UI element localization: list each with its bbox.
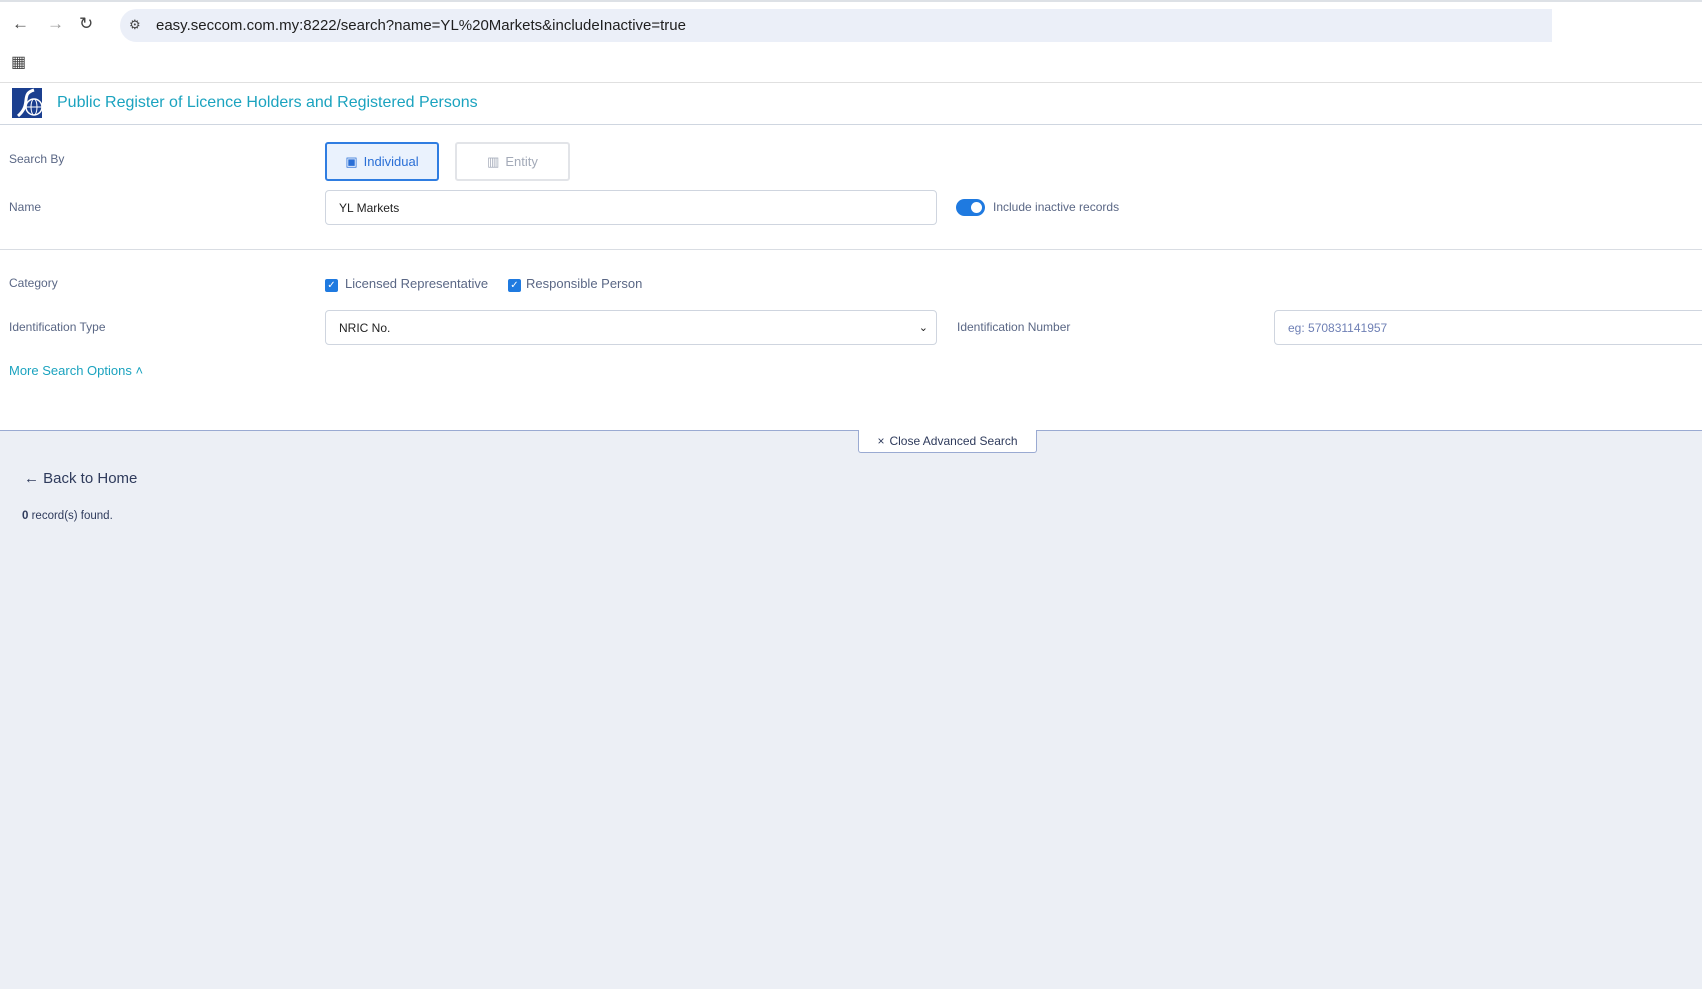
url-text[interactable]: easy.seccom.com.my:8222/search?name=YL%2… [156, 17, 686, 34]
results-area [0, 430, 1702, 989]
logo-icon [12, 88, 42, 118]
building-icon: ▥ [487, 153, 500, 169]
tab-strip-edge [0, 0, 1702, 2]
header-divider [0, 124, 1702, 125]
record-count-suffix: record(s) found. [28, 510, 113, 522]
id-type-value: NRIC No. [339, 320, 391, 335]
id-type-label: Identification Type [9, 320, 106, 334]
name-value: YL Markets [339, 200, 400, 215]
arrow-left-icon: ← [24, 470, 44, 487]
id-type-select[interactable]: NRIC No. ⌄ [325, 310, 937, 345]
licensed-representative-label: Licensed Representative [345, 276, 489, 291]
close-advanced-label: Close Advanced Search [889, 434, 1018, 448]
forward-icon[interactable]: → [47, 14, 64, 34]
divider [0, 82, 1702, 83]
name-label: Name [9, 200, 42, 214]
more-search-options-link[interactable]: More Search Options ˄ [9, 363, 143, 378]
include-inactive-toggle[interactable] [956, 199, 985, 216]
id-number-placeholder: eg: 570831141957 [1288, 320, 1388, 335]
id-number-label: Identification Number [957, 320, 1071, 334]
individual-label: Individual [363, 154, 419, 169]
back-to-home-link[interactable]: ← Back to Home [24, 470, 137, 487]
close-advanced-search-button[interactable]: × Close Advanced Search [858, 430, 1037, 453]
divider [0, 249, 1702, 250]
address-bar[interactable]: ⚙ easy.seccom.com.my:8222/search?name=YL… [120, 9, 1552, 42]
entity-button[interactable]: ▥ Entity [455, 142, 570, 181]
chevron-up-icon: ˄ [135, 363, 144, 378]
licensed-representative-checkbox[interactable]: ✓ [325, 279, 338, 292]
id-number-input[interactable]: eg: 570831141957 [1274, 310, 1702, 345]
category-label: Category [9, 276, 58, 290]
site-settings-icon[interactable]: ⚙ [129, 17, 141, 33]
record-count: 0 record(s) found. [22, 510, 113, 522]
name-input[interactable]: YL Markets [325, 190, 937, 225]
id-card-icon: ▣ [345, 153, 358, 169]
include-inactive-label: Include inactive records [993, 200, 1120, 214]
close-icon: × [877, 434, 885, 448]
page-title: Public Register of Licence Holders and R… [57, 94, 478, 111]
chevron-down-icon: ⌄ [918, 322, 928, 334]
responsible-person-label: Responsible Person [526, 276, 643, 291]
back-icon[interactable]: ← [12, 14, 29, 34]
individual-button[interactable]: ▣ Individual [325, 142, 439, 181]
reload-icon[interactable]: ↻ [79, 14, 93, 34]
responsible-person-checkbox[interactable]: ✓ [508, 279, 521, 292]
more-options-label: More Search Options [9, 363, 132, 378]
entity-label: Entity [505, 154, 538, 169]
apps-grid-icon[interactable]: ▦ [11, 52, 26, 72]
back-home-label: Back to Home [43, 470, 138, 487]
search-by-label: Search By [9, 152, 65, 166]
